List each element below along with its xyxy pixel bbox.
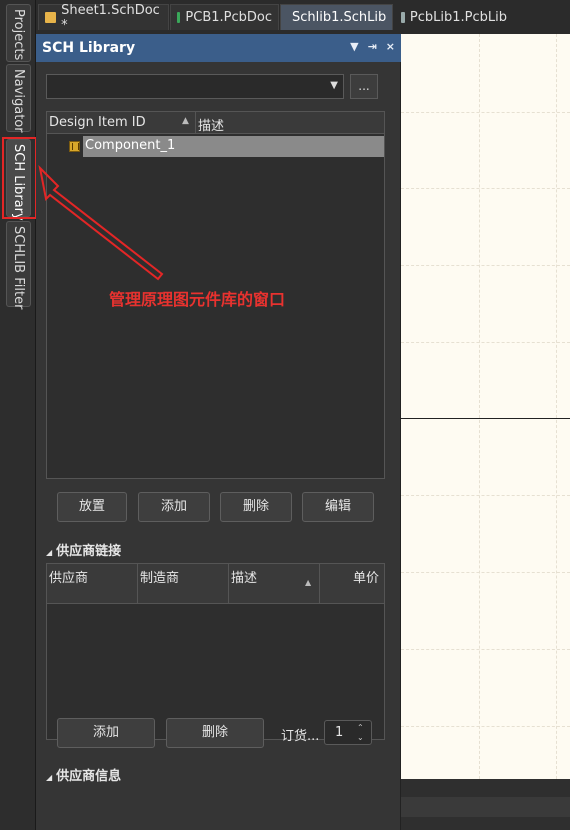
annotation-arrow bbox=[38, 164, 164, 281]
arrow-shape bbox=[38, 164, 164, 281]
app-window: Projects Navigator SCH Library SCHLIB Fi… bbox=[0, 0, 570, 830]
annotation-text: 管理原理图元件库的窗口 bbox=[109, 290, 286, 309]
